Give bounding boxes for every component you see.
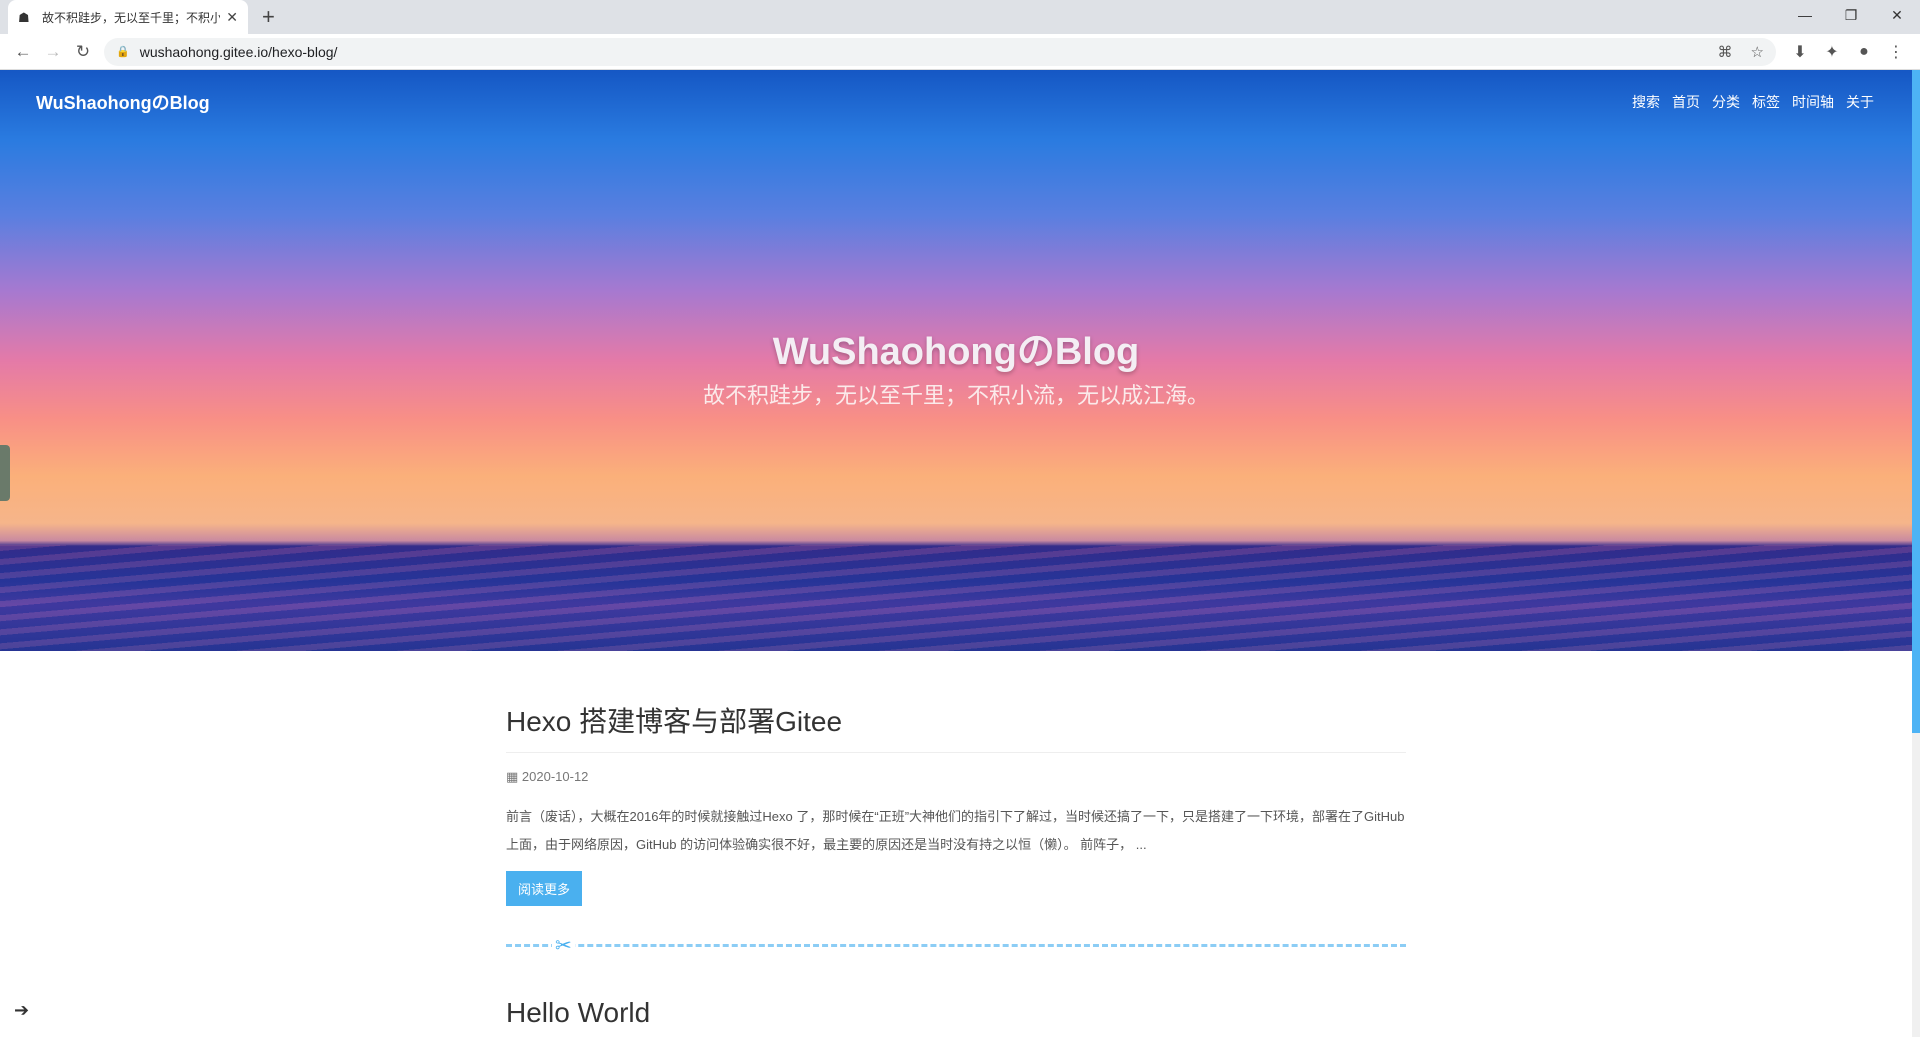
- nav-categories[interactable]: 分类: [1712, 92, 1740, 112]
- tab-bar: ☗ 故不积跬步，无以至千里；不积小流，无以成江海。 ✕ + — ❐ ✕: [0, 0, 1920, 34]
- toggle-sidebar-arrow-icon[interactable]: ➔: [14, 1000, 29, 1021]
- side-widget-handle[interactable]: [0, 445, 10, 501]
- calendar-icon: ▦: [506, 769, 522, 784]
- nav-tags[interactable]: 标签: [1752, 92, 1780, 112]
- hero-subtitle: 故不积跬步，无以至千里；不积小流，无以成江海。: [702, 383, 1209, 408]
- close-window-button[interactable]: ✕: [1874, 0, 1920, 30]
- post-list: Hexo 搭建博客与部署Gitee ▦ 2020-10-12 前言（废话），大概…: [506, 700, 1406, 1029]
- read-more-button[interactable]: 阅读更多: [506, 871, 583, 906]
- restore-button[interactable]: ❐: [1828, 0, 1874, 30]
- post-excerpt: 前言（废话），大概在2016年的时候就接触过Hexo 了，那时候在“正班”大神他…: [506, 809, 1405, 852]
- back-button[interactable]: ←: [8, 42, 38, 62]
- profile-avatar-icon[interactable]: ●: [1848, 43, 1880, 61]
- tab-title: 故不积跬步，无以至千里；不积小流，无以成江海。: [42, 10, 221, 25]
- address-bar-row: ← → ↻ 🔒 wushaohong.gitee.io/hexo-blog/ ⌘…: [0, 34, 1920, 70]
- url-input[interactable]: 🔒 wushaohong.gitee.io/hexo-blog/ ⌘ ☆: [104, 37, 1776, 66]
- site-favicon-icon: ☗: [18, 10, 30, 25]
- bookmark-star-icon[interactable]: ☆: [1751, 43, 1764, 61]
- main-nav: 搜索 首页 分类 标签 时间轴 关于: [1632, 92, 1874, 112]
- site-brand-link[interactable]: WuShaohongのBlog: [36, 89, 210, 115]
- nav-timeline[interactable]: 时间轴: [1792, 92, 1834, 112]
- url-text: wushaohong.gitee.io/hexo-blog/: [139, 43, 338, 60]
- reload-button[interactable]: ↻: [68, 42, 98, 62]
- nav-home[interactable]: 首页: [1672, 92, 1700, 112]
- scrollbar[interactable]: [1912, 70, 1920, 1037]
- translate-icon[interactable]: ⌘: [1718, 43, 1733, 61]
- lock-icon: 🔒: [116, 46, 130, 58]
- forward-button[interactable]: →: [38, 42, 68, 62]
- minimize-button[interactable]: —: [1782, 0, 1828, 30]
- scrollbar-thumb[interactable]: [1912, 70, 1920, 733]
- post-date: ▦ 2020-10-12: [506, 769, 1406, 785]
- nav-about[interactable]: 关于: [1846, 92, 1874, 112]
- extension-download-icon[interactable]: ⬇: [1784, 42, 1816, 62]
- new-tab-button[interactable]: +: [262, 4, 275, 30]
- post-divider: ✂: [506, 933, 1406, 958]
- extensions-puzzle-icon[interactable]: ✦: [1816, 42, 1848, 62]
- menu-kebab-icon[interactable]: ⋮: [1880, 42, 1912, 62]
- browser-tab[interactable]: ☗ 故不积跬步，无以至千里；不积小流，无以成江海。 ✕: [8, 0, 248, 34]
- close-tab-icon[interactable]: ✕: [226, 9, 238, 26]
- scissors-icon: ✂: [552, 933, 575, 958]
- hero-banner: WuShaohongのBlog 搜索 首页 分类 标签 时间轴 关于 WuSha…: [0, 70, 1912, 651]
- nav-search[interactable]: 搜索: [1632, 92, 1660, 112]
- post-title-link[interactable]: Hexo 搭建博客与部署Gitee: [506, 700, 1406, 753]
- post-date-text: 2020-10-12: [521, 769, 589, 784]
- post-title-link[interactable]: Hello World: [506, 997, 1406, 1029]
- hero-title: WuShaohongのBlog: [772, 331, 1140, 373]
